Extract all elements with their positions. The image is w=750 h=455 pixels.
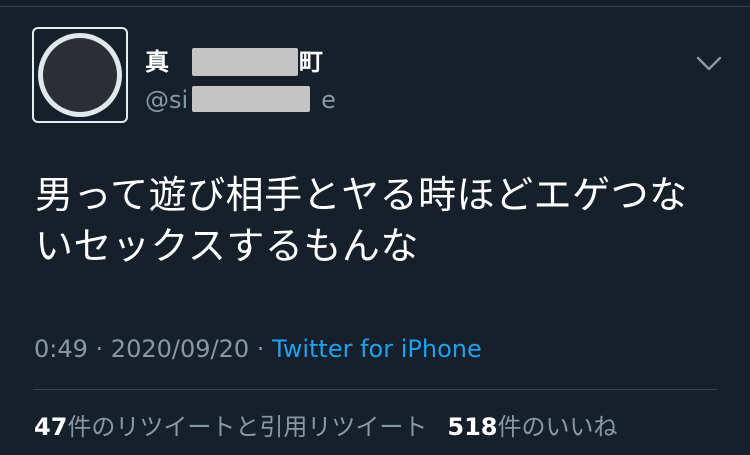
avatar[interactable] [32, 27, 128, 123]
display-name-start: 真 [145, 48, 169, 76]
tweet-time[interactable]: 0:49 [34, 335, 88, 363]
retweet-label: 件のリツイートと引用リツイート [67, 413, 428, 441]
likes-link[interactable]: 518件のいいね [447, 413, 617, 441]
like-count: 518 [447, 413, 498, 441]
display-name-end: 町 [299, 48, 323, 76]
tweet-source-link[interactable]: Twitter for iPhone [272, 335, 482, 363]
chevron-down-icon[interactable] [696, 52, 722, 74]
handle-start: @si [145, 86, 189, 114]
meta-separator-2: · [249, 335, 273, 363]
retweets-link[interactable]: 47件のリツイートと引用リツイート [34, 413, 427, 441]
handle-end: e [321, 86, 336, 114]
retweet-count: 47 [34, 413, 68, 441]
tweet-meta: 0:49 · 2020/09/20 · Twitter for iPhone [34, 334, 482, 364]
meta-divider [33, 389, 717, 390]
tweet-date[interactable]: 2020/09/20 [111, 335, 249, 363]
redaction-name [192, 48, 298, 76]
top-divider [0, 6, 750, 7]
meta-separator: · [87, 335, 111, 363]
redaction-handle [192, 86, 310, 112]
avatar-image [43, 38, 117, 112]
like-label: 件のいいね [497, 413, 618, 441]
tweet-stats: 47件のリツイートと引用リツイート 518件のいいね [34, 412, 618, 442]
tweet-text: 男って遊び相手とヤる時ほどエゲつないセックスするもんな [35, 173, 688, 268]
tweet-detail: 真 町 @si e 男って遊び相手とヤる時ほどエゲつないセックスするもんな 0:49… [0, 0, 750, 455]
